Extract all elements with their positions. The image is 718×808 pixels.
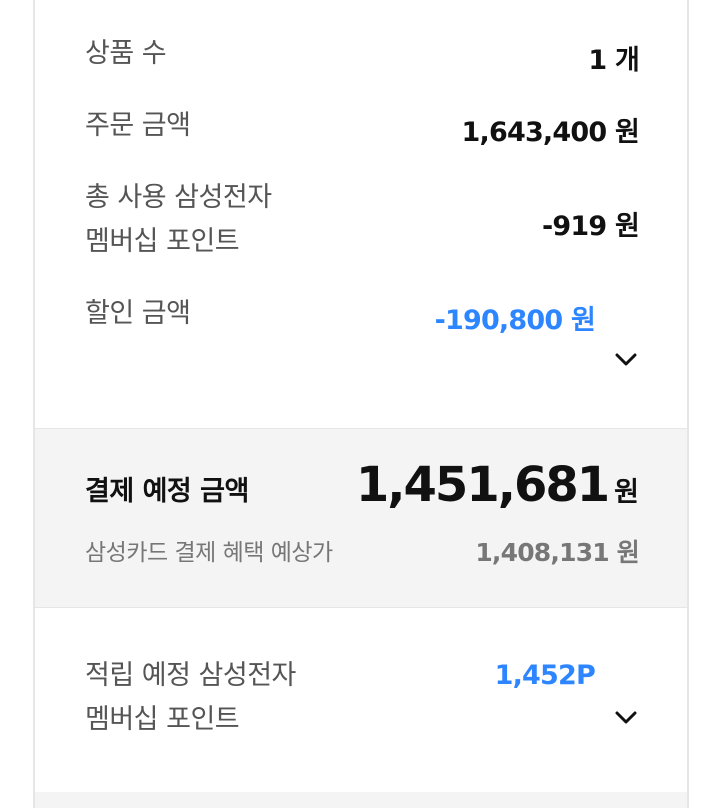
payment-total-value: 1,451,681 원 [356,457,639,513]
earn-points-value: 1,452P [494,660,596,691]
product-count-label: 상품 수 [85,38,167,69]
bottom-section-edge [35,792,687,808]
points-used-label-line2: 멤버십 포인트 [85,226,240,257]
product-count-value: 1 개 [588,45,639,76]
points-used-value: -919 원 [541,211,640,242]
earn-points-label-line1: 적립 예정 삼성전자 [85,660,296,691]
payment-total-unit: 원 [614,477,639,508]
order-amount-value: 1,643,400 원 [461,117,640,148]
chevron-down-icon[interactable] [615,707,637,729]
earn-points-label-line2: 멤버십 포인트 [85,704,240,735]
payment-total-panel: 결제 예정 금액 1,451,681 원 삼성카드 결제 혜택 예상가 1,408… [35,428,687,608]
points-used-label-line1: 총 사용 삼성전자 [85,182,272,213]
discount-value: -190,800 원 [434,305,596,336]
order-amount-label: 주문 금액 [85,110,191,141]
samsung-card-benefit-value: 1,408,131 원 [475,538,639,567]
discount-label: 할인 금액 [85,298,191,329]
payment-total-amount: 1,451,681 [355,457,610,513]
order-summary-card: 상품 수 1 개 주문 금액 1,643,400 원 총 사용 삼성전자 멤버십… [33,0,689,808]
payment-total-label: 결제 예정 금액 [85,476,249,507]
chevron-down-icon[interactable] [615,349,637,371]
samsung-card-benefit-label: 삼성카드 결제 혜택 예상가 [85,540,333,566]
